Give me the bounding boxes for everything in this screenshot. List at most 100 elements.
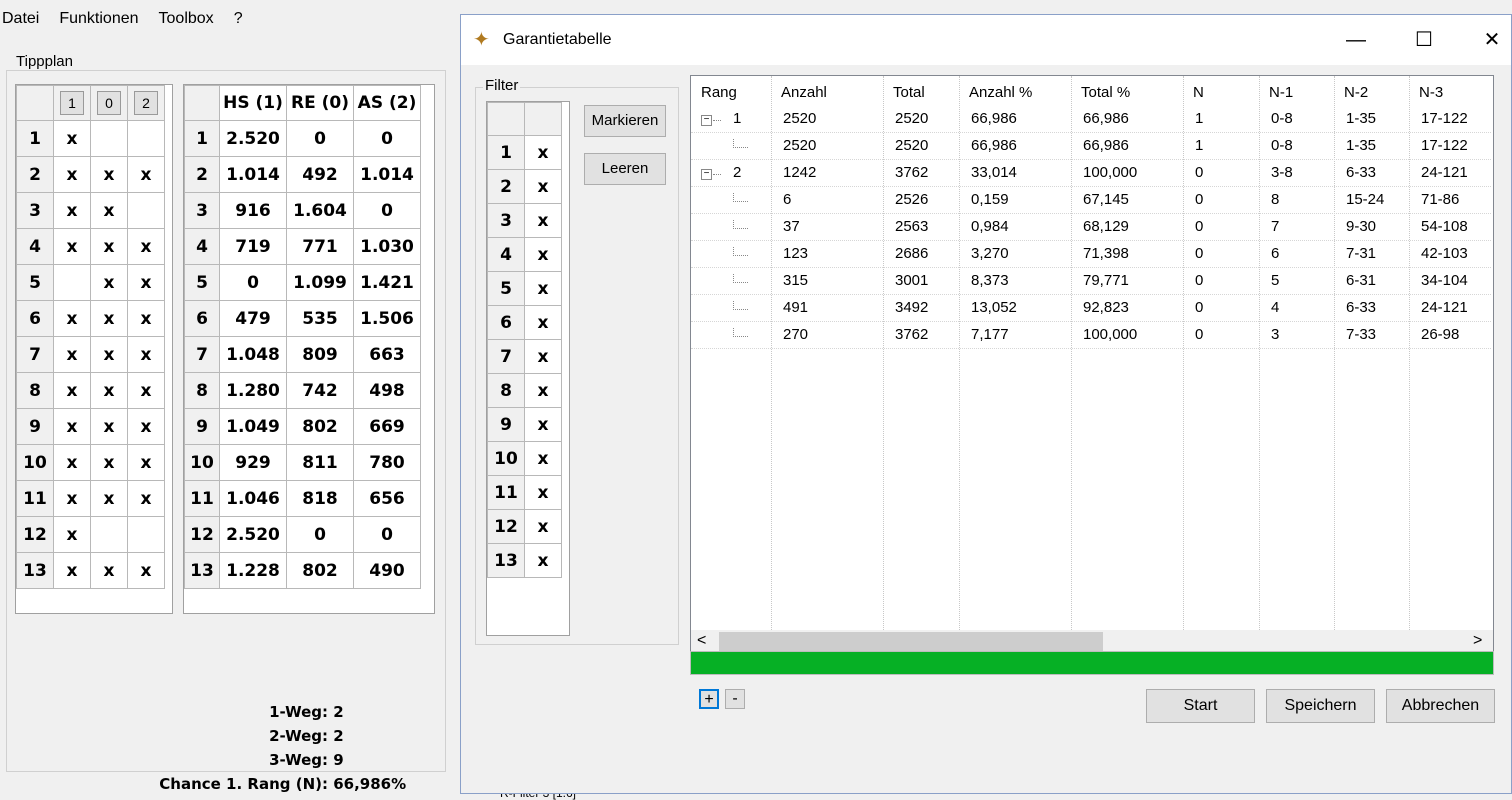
column-header[interactable]: Total [893,84,925,101]
tip-cell[interactable]: x [127,480,165,517]
markieren-button[interactable]: Markieren [584,105,666,137]
tip-cell[interactable]: x [90,156,128,193]
collapse-all-button[interactable]: - [725,689,745,709]
tip-cell[interactable]: x [53,120,91,157]
tip-cell[interactable]: x [90,228,128,265]
tip-cell[interactable]: x [53,516,91,553]
minimize-icon[interactable]: — [1341,25,1371,55]
row-number: 12 [16,516,54,553]
scroll-right-icon[interactable]: > [1473,632,1482,650]
column-header[interactable]: Total % [1081,84,1130,101]
tip-cell[interactable]: x [127,408,165,445]
guarantee-treeview[interactable]: < > Rang Anzahl Total Anzahl % Total % N N-1 N-… [690,75,1494,657]
tree-cell: 0 [1195,164,1204,181]
stats-cell: 492 [286,156,354,193]
tip-cell[interactable]: x [127,156,165,193]
collapse-node-icon[interactable]: − [701,115,712,126]
filter-cell[interactable]: x [524,509,562,544]
tip-cell[interactable]: x [53,300,91,337]
tip-cell[interactable]: x [53,372,91,409]
tippplan-row: 4xxx [16,228,165,265]
tip-cell[interactable]: x [90,336,128,373]
tip-cell[interactable]: x [127,336,165,373]
tip-cell[interactable] [127,120,165,157]
filter-cell[interactable]: x [524,135,562,170]
tip-cell[interactable] [90,120,128,157]
tip-cell[interactable] [53,264,91,301]
column-header[interactable]: N [1193,84,1204,101]
expand-all-button[interactable]: + [699,689,719,709]
row-number: 3 [16,192,54,229]
row-number: 13 [487,543,525,578]
tip-cell[interactable]: x [53,408,91,445]
filter-cell[interactable]: x [524,271,562,306]
tree-cell: 0-8 [1271,110,1293,127]
stats-cell: 771 [286,228,354,265]
tip-cell[interactable]: x [53,552,91,589]
maximize-icon[interactable]: ☐ [1409,25,1439,55]
start-button[interactable]: Start [1146,689,1255,723]
filter-cell[interactable]: x [524,203,562,238]
filter-cell[interactable]: x [524,441,562,476]
menu-bar: Datei Funktionen Toolbox ? [0,10,261,38]
menu-datei[interactable]: Datei [0,10,49,38]
tip-cell[interactable]: x [53,480,91,517]
tip-cell[interactable]: x [127,552,165,589]
tip-cell[interactable]: x [53,336,91,373]
abbrechen-button[interactable]: Abbrechen [1386,689,1495,723]
filter-cell[interactable]: x [524,407,562,442]
tip-cell[interactable] [90,516,128,553]
tip-cell[interactable] [127,192,165,229]
tip-cell[interactable]: x [90,372,128,409]
tip-cell[interactable]: x [53,156,91,193]
menu-toolbox[interactable]: Toolbox [157,10,224,38]
tip-cell[interactable]: x [53,444,91,481]
tip-cell[interactable]: x [90,480,128,517]
column-header[interactable]: Anzahl [781,84,827,101]
filter-cell[interactable]: x [524,339,562,374]
filter-cell[interactable]: x [524,475,562,510]
tip-cell[interactable]: x [90,444,128,481]
tip-cell[interactable]: x [90,300,128,337]
tree-cell: 2526 [895,191,929,208]
collapse-node-icon[interactable]: − [701,169,712,180]
column-header[interactable]: N-1 [1269,84,1293,101]
tip-cell[interactable]: x [90,552,128,589]
tip-cell[interactable]: x [53,228,91,265]
tip-cell[interactable]: x [90,264,128,301]
filter-cell[interactable]: x [524,305,562,340]
rang-value: 1 [733,110,742,127]
tip-cell[interactable]: x [90,192,128,229]
col-header-button[interactable]: 2 [134,91,158,115]
col-header-button[interactable]: 1 [60,91,84,115]
stats-row: 8 1.280 742 498 [184,372,421,409]
tip-cell[interactable]: x [127,372,165,409]
column-header[interactable]: Anzahl % [969,84,1032,101]
tip-cell[interactable]: x [127,300,165,337]
menu-help[interactable]: ? [232,10,253,38]
close-icon[interactable]: ✕ [1477,25,1507,55]
tip-cell[interactable]: x [127,444,165,481]
filter-cell[interactable]: x [524,237,562,272]
tip-cell[interactable]: x [127,228,165,265]
tip-cell[interactable] [127,516,165,553]
filter-cell[interactable]: x [524,373,562,408]
tip-cell[interactable]: x [53,192,91,229]
tippplan-row: 10 x x x [16,444,165,481]
column-header[interactable]: N-3 [1419,84,1443,101]
tip-cell[interactable]: x [127,264,165,301]
scroll-left-icon[interactable]: < [697,632,706,650]
tippplan-row: 9xxx [16,408,165,445]
column-header[interactable]: N-2 [1344,84,1368,101]
tree-cell: 66,986 [1083,137,1129,154]
row-number: 3 [184,192,220,229]
column-header[interactable]: Rang [701,84,737,101]
col-header-button[interactable]: 0 [97,91,121,115]
filter-cell[interactable]: x [524,543,562,578]
speichern-button[interactable]: Speichern [1266,689,1375,723]
filter-cell[interactable]: x [524,169,562,204]
tip-cell[interactable]: x [90,408,128,445]
menu-funktionen[interactable]: Funktionen [57,10,148,38]
leeren-button[interactable]: Leeren [584,153,666,185]
tree-cell: 3,270 [971,245,1009,262]
